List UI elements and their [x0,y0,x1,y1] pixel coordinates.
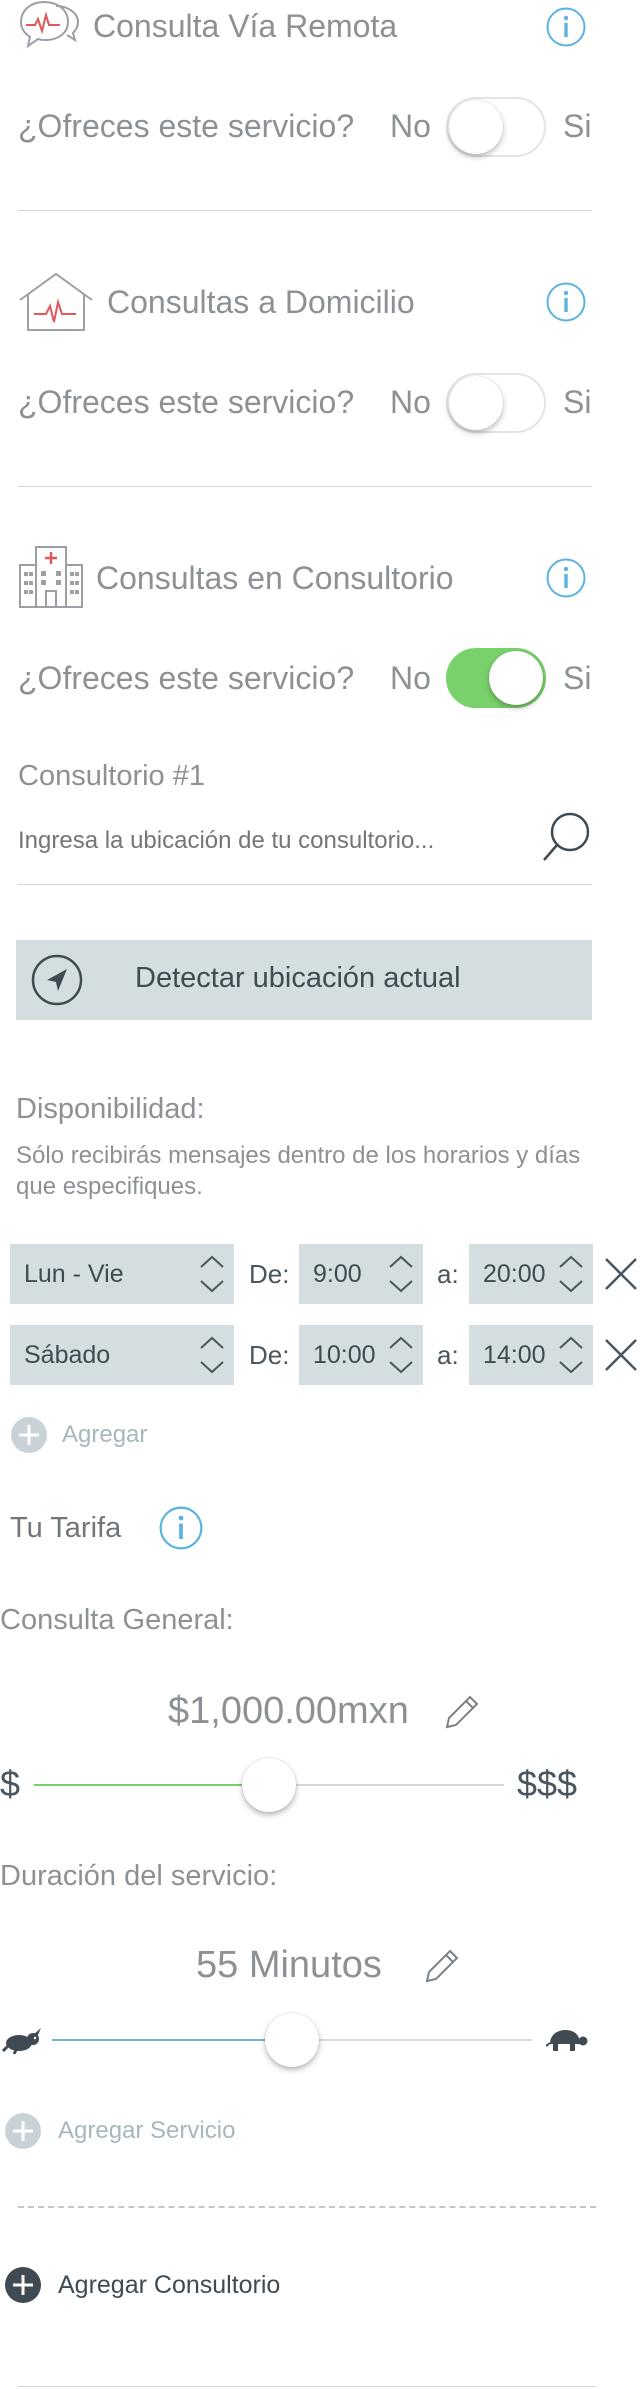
office-service-toggle[interactable] [446,648,546,708]
from-label: De: [249,1340,290,1370]
days-value: Sábado [24,1341,111,1369]
edit-duration-icon[interactable] [424,1948,460,1989]
remove-row-icon[interactable] [604,1338,638,1377]
from-time-value: 10:00 [313,1341,376,1369]
general-consult-label: Consulta General: [0,1604,234,1636]
plus-circle-icon [5,2113,41,2149]
from-label: De: [249,1259,290,1289]
edit-price-icon[interactable] [444,1694,480,1735]
duration-label: Duración del servicio: [0,1860,278,1892]
duration-slider[interactable] [52,2013,532,2067]
divider [18,884,592,885]
remote-consult-icon [18,0,82,63]
availability-title: Disponibilidad: [16,1093,205,1125]
divider [18,486,592,487]
navigation-arrow-icon [31,954,83,1011]
search-icon[interactable] [540,810,592,869]
stepper-chevrons-icon [389,1336,413,1374]
add-schedule-button[interactable]: Agregar [10,1416,147,1454]
divider [18,2386,596,2387]
info-icon[interactable] [546,558,586,603]
add-schedule-label: Agregar [62,1421,148,1448]
no-label: No [390,660,431,696]
office-1-title: Consultorio #1 [18,760,205,792]
detect-location-button[interactable]: Detectar ubicación actual [16,940,592,1020]
home-consult-title: Consultas a Domicilio [107,284,415,320]
stepper-chevrons-icon [200,1336,224,1374]
availability-note: Sólo recibirás mensajes dentro de los ho… [16,1142,581,1200]
duration-value: 55 Minutos [196,1944,382,1986]
yes-label: Si [563,384,592,420]
toggle-knob [489,651,543,705]
stepper-chevrons-icon [559,1255,583,1293]
toggle-knob [449,376,503,430]
days-value: Lun - Vie [24,1260,124,1288]
yes-label: Si [563,660,592,696]
add-office-button[interactable]: Agregar Consultorio [4,2266,280,2304]
to-label: a: [437,1340,459,1370]
slider-min-label: $ [0,1763,21,1804]
dashed-divider [18,2206,596,2208]
remote-service-toggle[interactable] [446,97,546,157]
no-label: No [390,108,431,144]
toggle-knob [449,100,503,154]
turtle-icon [545,2026,588,2059]
offer-service-question: ¿Ofreces este servicio? [18,660,355,696]
divider [18,210,592,211]
no-label: No [390,384,431,420]
slider-max-label: $$$ [517,1763,578,1804]
yes-label: Si [563,108,592,144]
offer-service-question: ¿Ofreces este servicio? [18,384,355,420]
tariff-title: Tu Tarifa [10,1512,122,1544]
add-service-label: Agregar Servicio [58,2117,236,2144]
slider-fill [52,2039,292,2041]
remove-row-icon[interactable] [604,1257,638,1296]
detect-location-label: Detectar ubicación actual [135,962,461,994]
days-select[interactable]: Lun - Vie [10,1244,234,1304]
to-time-value: 20:00 [483,1260,546,1288]
home-consult-icon [18,272,94,339]
remote-consult-title: Consulta Vía Remota [93,8,398,44]
info-icon[interactable] [546,7,586,52]
to-time-value: 14:00 [483,1341,546,1369]
to-label: a: [437,1259,459,1289]
days-select[interactable]: Sábado [10,1325,234,1385]
office-consult-title: Consultas en Consultorio [96,560,454,596]
to-time-select[interactable]: 14:00 [469,1325,593,1385]
office-location-search-input[interactable] [18,818,538,864]
from-time-value: 9:00 [313,1260,362,1288]
to-time-select[interactable]: 20:00 [469,1244,593,1304]
from-time-select[interactable]: 9:00 [299,1244,423,1304]
add-office-label: Agregar Consultorio [58,2270,281,2299]
rabbit-icon [1,2026,42,2059]
info-icon[interactable] [546,282,586,327]
plus-circle-icon [5,2267,41,2303]
price-slider[interactable] [34,1758,504,1812]
from-time-select[interactable]: 10:00 [299,1325,423,1385]
plus-circle-icon [11,1417,47,1453]
offer-service-question: ¿Ofreces este servicio? [18,108,355,144]
info-icon[interactable] [159,1506,203,1555]
price-value: $1,000.00mxn [168,1690,409,1732]
home-service-toggle[interactable] [446,373,546,433]
add-service-button[interactable]: Agregar Servicio [4,2112,235,2150]
slider-knob[interactable] [265,2013,319,2067]
stepper-chevrons-icon [559,1336,583,1374]
hospital-icon [18,545,84,614]
slider-fill [34,1784,269,1786]
stepper-chevrons-icon [200,1255,224,1293]
stepper-chevrons-icon [389,1255,413,1293]
slider-knob[interactable] [242,1758,296,1812]
